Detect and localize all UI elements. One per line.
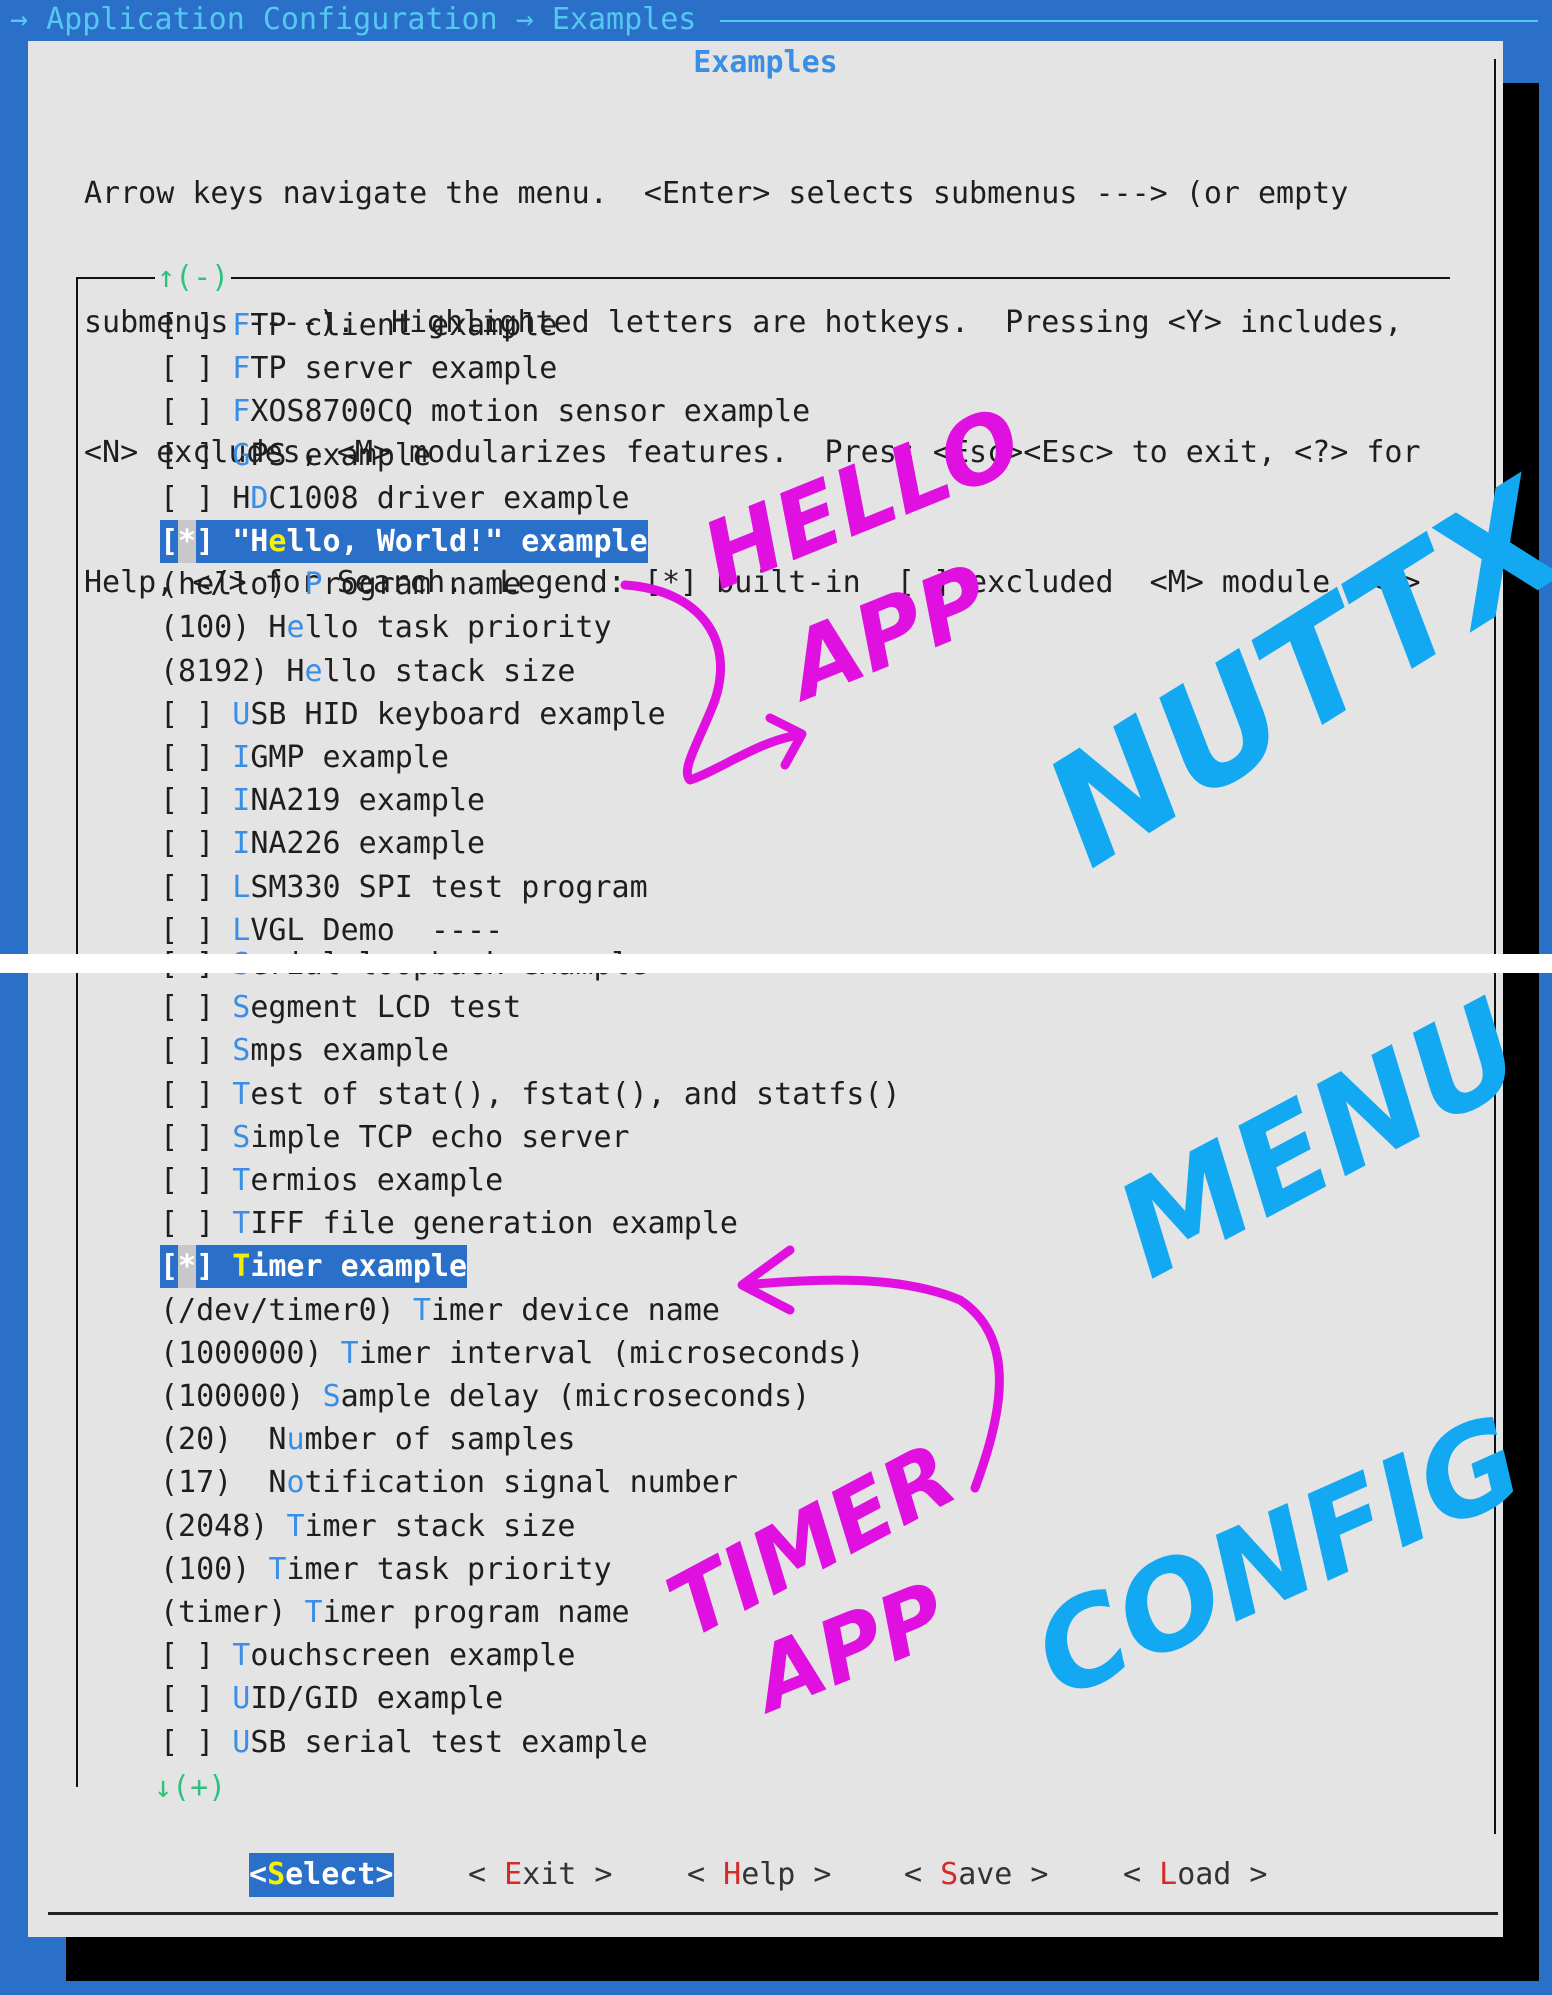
hello-arrow <box>620 580 805 785</box>
annotation-menu: MENU <box>1093 970 1546 1307</box>
annotation-config: CONFIG <box>1015 1390 1543 1727</box>
annotation-nuttx: NUTTX <box>1017 447 1552 901</box>
annotation-hello: HELLO <box>688 387 1036 611</box>
handwritten-annotations: HELLO APP TIMER APP NUTTX MENU CONFIG <box>620 387 1552 1734</box>
